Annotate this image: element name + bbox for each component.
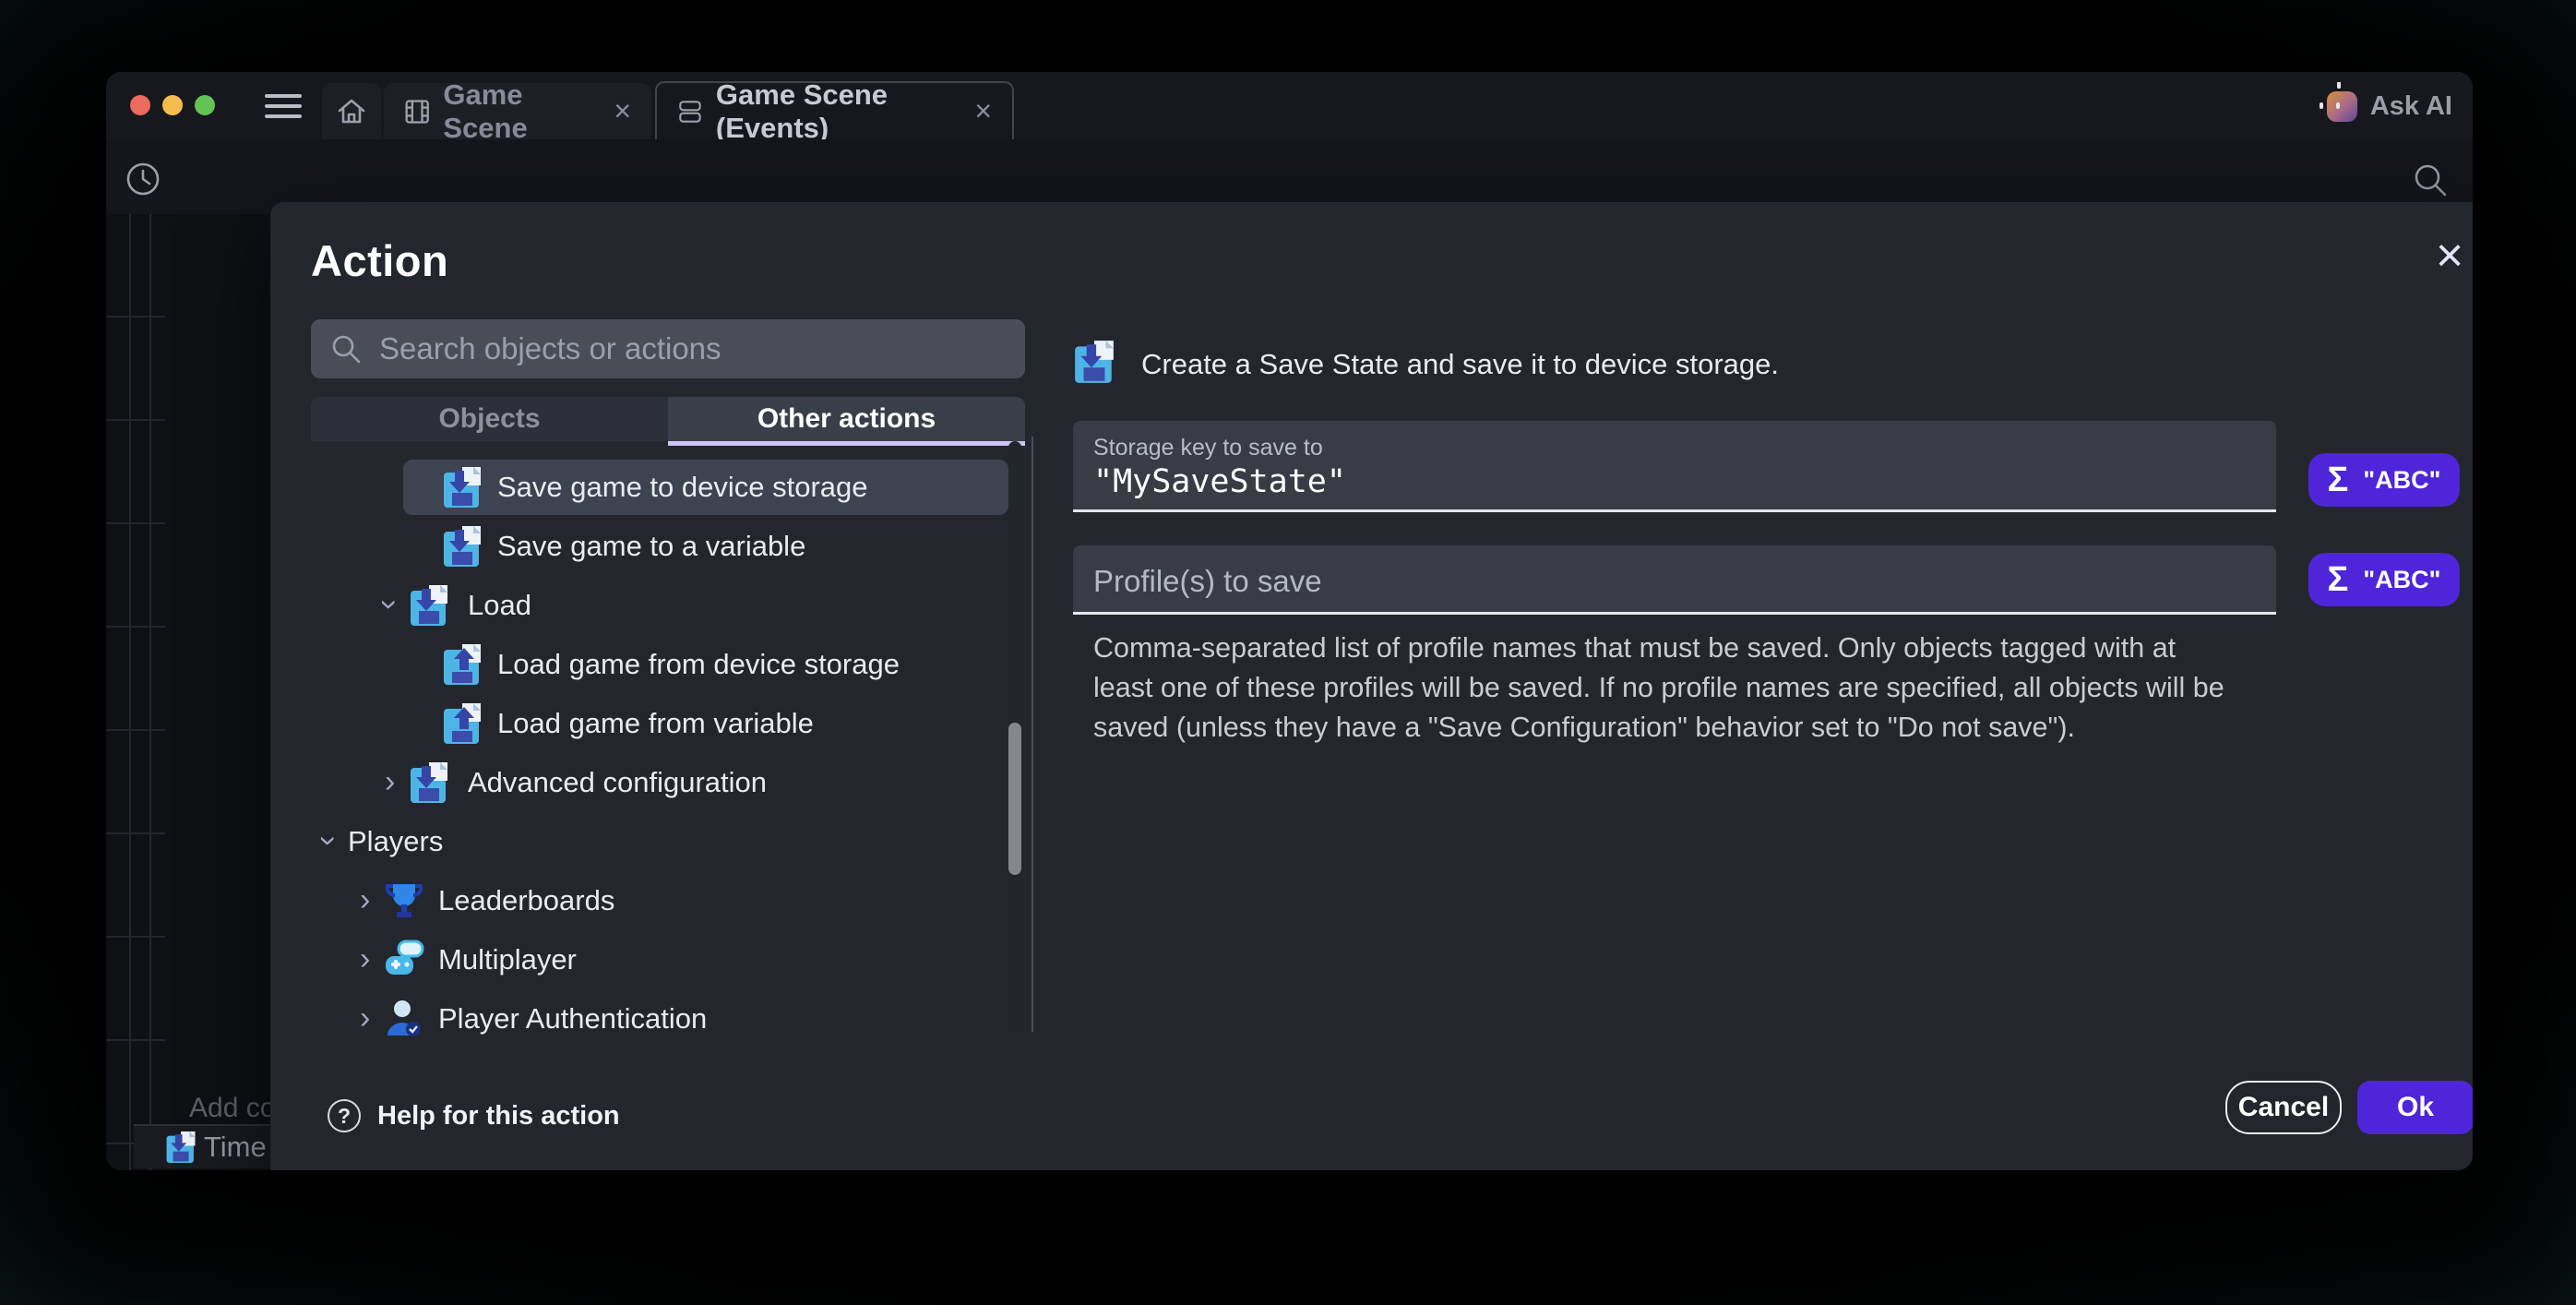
tab-label: Game Scene (443, 78, 595, 145)
chevron-down-icon[interactable]: › (314, 835, 345, 845)
tab-game-scene-events[interactable]: Game Scene (Events) × (655, 81, 1014, 139)
storage-key-value[interactable]: "MySaveState" (1093, 463, 1346, 500)
chevron-right-icon[interactable]: › (385, 766, 395, 797)
save-game-icon (1073, 339, 1115, 385)
parameter-help-text: Comma-separated list of profile names th… (1093, 629, 2230, 748)
tree-item-load-game-from-device-storage[interactable]: Load game from device storage (270, 635, 1027, 694)
cancel-button[interactable]: Cancel (2225, 1081, 2342, 1134)
chevron-right-icon[interactable]: › (360, 943, 370, 975)
sigma-icon: Σ (2328, 562, 2349, 597)
save-game-icon (409, 583, 449, 628)
ask-ai-icon (2327, 91, 2357, 122)
app-window: Game Scene × Game Scene (Events) × Ask A… (106, 72, 2473, 1170)
tree-item-multiplayer[interactable]: › Multiplayer (270, 930, 1027, 989)
search-icon (329, 332, 363, 365)
close-tab-icon[interactable]: × (614, 94, 631, 128)
minimize-window-button[interactable] (162, 95, 183, 115)
profiles-field[interactable]: Profile(s) to save (1073, 545, 2276, 615)
help-icon: ? (328, 1099, 361, 1132)
ok-button[interactable]: Ok (2357, 1081, 2473, 1134)
storage-key-field[interactable]: Storage key to save to "MySaveState" (1073, 421, 2276, 512)
ask-ai-button[interactable]: Ask AI (2327, 91, 2452, 122)
events-icon (677, 96, 703, 127)
tree-item-advanced-configuration[interactable]: › Advanced configuration (270, 753, 1027, 812)
dialog-title: Action (311, 235, 448, 286)
trophy-icon (384, 879, 424, 923)
tab-game-scene[interactable]: Game Scene × (384, 83, 651, 139)
event-rows-gutter (106, 214, 165, 1170)
desktop-backdrop: Game Scene × Game Scene (Events) × Ask A… (0, 0, 2576, 1305)
expression-editor-button[interactable]: Σ "ABC" (2308, 453, 2460, 507)
tab-home[interactable] (322, 83, 381, 139)
save-game-icon (409, 760, 449, 805)
tree-item-player-authentication[interactable]: › Player Authentication (270, 989, 1027, 1048)
history-icon[interactable] (122, 158, 164, 200)
close-tab-icon[interactable]: × (974, 94, 992, 128)
chevron-right-icon[interactable]: › (360, 1002, 370, 1034)
chevron-down-icon[interactable]: › (375, 599, 406, 609)
tree-item-load[interactable]: › Load (270, 576, 1027, 635)
tab-label: Game Scene (Events) (716, 78, 956, 145)
panel-divider (1032, 437, 1033, 1032)
help-for-this-action-link[interactable]: ? Help for this action (328, 1099, 620, 1132)
zoom-window-button[interactable] (195, 95, 215, 115)
sigma-icon: Σ (2328, 462, 2349, 497)
save-game-icon (165, 1130, 197, 1165)
storage-key-label: Storage key to save to (1093, 435, 1323, 461)
scene-icon (404, 97, 430, 126)
action-summary: Create a Save State and save it to devic… (1141, 348, 1779, 381)
expression-button-label: "ABC" (2363, 466, 2440, 495)
load-game-icon (442, 701, 483, 746)
help-label: Help for this action (377, 1101, 620, 1131)
save-game-icon (442, 465, 483, 509)
expression-button-label: "ABC" (2363, 566, 2440, 594)
search-box (311, 319, 1025, 378)
action-dialog: Action × Objects Other actions Save game… (270, 202, 2473, 1170)
chevron-right-icon[interactable]: › (360, 884, 370, 916)
home-icon (336, 96, 367, 127)
tree-item-leaderboards[interactable]: › Leaderboards (270, 871, 1027, 930)
menu-icon[interactable] (265, 94, 302, 118)
list-scope-tabs: Objects Other actions (311, 397, 1025, 441)
tree-item-players[interactable]: › Players (270, 812, 1027, 871)
tree-item-load-game-from-variable[interactable]: Load game from variable (270, 694, 1027, 753)
gamepad-icon (384, 938, 424, 982)
load-game-icon (442, 642, 483, 687)
titlebar: Game Scene × Game Scene (Events) × Ask A… (106, 72, 2473, 139)
ask-ai-label: Ask AI (2370, 91, 2452, 122)
person-icon (384, 997, 424, 1041)
search-input[interactable] (379, 331, 1007, 366)
search-toolbar-icon[interactable] (2410, 160, 2451, 200)
tree-scrollbar-thumb[interactable] (1008, 723, 1021, 875)
tree-item-save-game-to-a-variable[interactable]: Save game to a variable (270, 517, 1027, 576)
close-dialog-icon[interactable]: × (2424, 230, 2473, 281)
close-window-button[interactable] (130, 95, 150, 115)
tab-other-actions[interactable]: Other actions (668, 397, 1025, 441)
tree-item-save-game-to-device-storage[interactable]: Save game to device storage (270, 458, 1027, 517)
expression-editor-button[interactable]: Σ "ABC" (2308, 553, 2460, 606)
profiles-placeholder: Profile(s) to save (1093, 564, 1322, 599)
tab-objects[interactable]: Objects (311, 397, 668, 441)
save-game-icon (442, 524, 483, 569)
